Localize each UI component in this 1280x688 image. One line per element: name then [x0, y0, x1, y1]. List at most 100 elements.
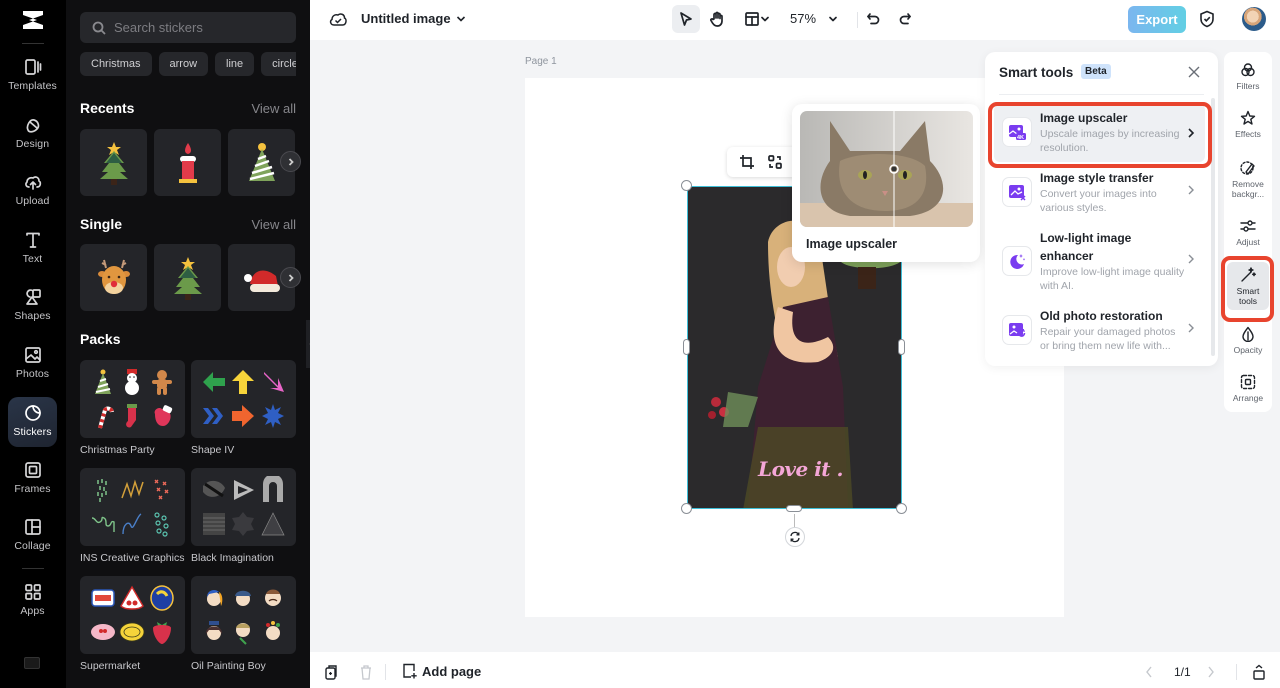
- pack-ins-creative-graphics[interactable]: INS Creative Graphics: [80, 468, 185, 564]
- pack-christmas-party[interactable]: Christmas Party: [80, 360, 185, 456]
- rail-item-shapes[interactable]: Shapes: [8, 286, 57, 336]
- overlay-text[interactable]: Love it .: [758, 457, 843, 481]
- tool-old-photo-restoration[interactable]: Old photo restoration Repair your damage…: [994, 305, 1205, 357]
- tool-description: Repair your damaged photos or bring them…: [1040, 326, 1176, 352]
- prop-filters[interactable]: Filters: [1227, 62, 1269, 91]
- christmas-tree-icon: [173, 256, 202, 300]
- select-tool-button[interactable]: [672, 5, 700, 33]
- document-title[interactable]: Untitled image: [361, 11, 451, 26]
- chip[interactable]: arrow: [158, 52, 209, 76]
- highlight-annotation: [1221, 256, 1274, 322]
- sticker-tile[interactable]: [154, 244, 221, 311]
- undo-button[interactable]: [864, 5, 882, 33]
- user-avatar[interactable]: [1242, 7, 1266, 31]
- tool-image-style-transfer[interactable]: Image style transfer Convert your images…: [994, 167, 1205, 219]
- portrait-icon: [265, 589, 282, 606]
- low-light-icon-box: [1002, 246, 1032, 276]
- resize-handle-bottom-right[interactable]: [896, 503, 907, 514]
- app: Templates Design Upload Text Shapes Phot…: [0, 0, 1280, 688]
- rotate-handle[interactable]: [785, 527, 805, 547]
- adjust-sliders-icon: [1240, 220, 1256, 232]
- single-view-all-link[interactable]: View all: [251, 217, 296, 232]
- portrait-icon: [235, 590, 252, 606]
- replace-icon[interactable]: [767, 154, 783, 170]
- zoom-menu-button[interactable]: [824, 5, 842, 33]
- pack-shape-iv[interactable]: Shape IV: [191, 360, 296, 456]
- search-input[interactable]: [114, 20, 294, 35]
- delete-page-icon[interactable]: [359, 664, 373, 680]
- resize-handle-left[interactable]: [683, 339, 690, 355]
- crop-icon[interactable]: [739, 154, 755, 170]
- prop-arrange[interactable]: Arrange: [1227, 374, 1269, 403]
- resize-handle-bottom[interactable]: [786, 505, 802, 512]
- rail-item-photos[interactable]: Photos: [8, 344, 57, 394]
- arrow-down-right-icon: [264, 372, 285, 392]
- cat-preview-image: [800, 111, 973, 227]
- layout-menu-button[interactable]: [738, 5, 776, 33]
- add-page-button[interactable]: Add page: [402, 663, 481, 679]
- resize-handle-right[interactable]: [898, 339, 905, 355]
- opacity-drop-icon: [1242, 326, 1254, 342]
- close-icon[interactable]: [1188, 66, 1200, 78]
- party-hat-icon: [248, 142, 275, 181]
- prop-label: Adjust: [1236, 237, 1260, 247]
- pack-oil-painting-boy[interactable]: Oil Painting Boy: [191, 576, 296, 672]
- rail-item-apps[interactable]: Apps: [8, 581, 57, 631]
- filters-icon: [1241, 63, 1255, 77]
- duplicate-page-icon[interactable]: [324, 664, 338, 680]
- keyboard-shortcuts-icon[interactable]: [24, 657, 40, 669]
- preview-caption: Image upscaler: [806, 237, 898, 251]
- photo-restore-icon: [1009, 323, 1026, 337]
- hand-icon: [710, 11, 723, 27]
- prop-remove-background[interactable]: Remove backgr...: [1227, 160, 1269, 199]
- frames-icon: [24, 462, 41, 478]
- search-box[interactable]: [80, 12, 296, 43]
- sticker-tile[interactable]: [80, 129, 147, 196]
- packs-title: Packs: [80, 331, 121, 347]
- rail-item-templates[interactable]: Templates: [8, 56, 57, 106]
- cloud-sync-icon[interactable]: [329, 11, 347, 27]
- prop-opacity[interactable]: Opacity: [1227, 326, 1269, 355]
- pack-supermarket[interactable]: Supermarket: [80, 576, 185, 672]
- shield-check-icon[interactable]: [1199, 10, 1215, 28]
- previous-page-icon[interactable]: [1144, 664, 1154, 680]
- export-button[interactable]: Export: [1128, 6, 1186, 33]
- shapes-icon: [25, 289, 41, 305]
- resize-handle-top-left[interactable]: [681, 180, 692, 191]
- sticker-tile[interactable]: [80, 244, 147, 311]
- tool-low-light-enhancer[interactable]: Low-light image enhancer Improve low-lig…: [994, 227, 1205, 297]
- chip[interactable]: line: [215, 52, 255, 76]
- rail-item-upload[interactable]: Upload: [8, 171, 57, 221]
- single-next-button[interactable]: [280, 267, 301, 288]
- smart-tools-panel: Smart tools Beta 4K Image upscaler Upsca…: [985, 52, 1218, 366]
- panel-title: Smart tools: [999, 65, 1074, 80]
- zoom-level[interactable]: 57%: [790, 11, 816, 26]
- chip[interactable]: circle: [261, 52, 296, 76]
- recents-next-button[interactable]: [280, 151, 301, 172]
- pack-black-imagination[interactable]: Black Imagination: [191, 468, 296, 564]
- chevron-right-icon: [1188, 254, 1194, 264]
- redo-button[interactable]: [896, 5, 914, 33]
- chevron-down-icon[interactable]: [455, 13, 467, 25]
- rail-item-frames[interactable]: Frames: [8, 459, 57, 509]
- prop-effects[interactable]: Effects: [1227, 110, 1269, 139]
- rail-item-design[interactable]: Design: [8, 114, 57, 164]
- rail-item-collage[interactable]: Collage: [8, 516, 57, 566]
- triangle-play-icon: [234, 480, 255, 500]
- rail-item-label: Collage: [14, 540, 51, 552]
- recents-view-all-link[interactable]: View all: [251, 101, 296, 116]
- rail-item-stickers[interactable]: Stickers: [8, 397, 57, 447]
- rail-divider: [22, 568, 44, 569]
- next-page-icon[interactable]: [1206, 664, 1216, 680]
- chip[interactable]: Christmas: [80, 52, 152, 76]
- sticker-tile[interactable]: [154, 129, 221, 196]
- page-panel-toggle-icon[interactable]: [1252, 664, 1266, 680]
- prop-adjust[interactable]: Adjust: [1227, 218, 1269, 247]
- rail-item-text[interactable]: Text: [8, 229, 57, 279]
- resize-handle-bottom-left[interactable]: [681, 503, 692, 514]
- capcut-logo-icon[interactable]: [20, 8, 46, 32]
- pack-thumbnail: [191, 468, 296, 546]
- hand-tool-button[interactable]: [703, 5, 731, 33]
- moon-stars-icon: [1010, 254, 1025, 269]
- search-icon: [92, 21, 106, 35]
